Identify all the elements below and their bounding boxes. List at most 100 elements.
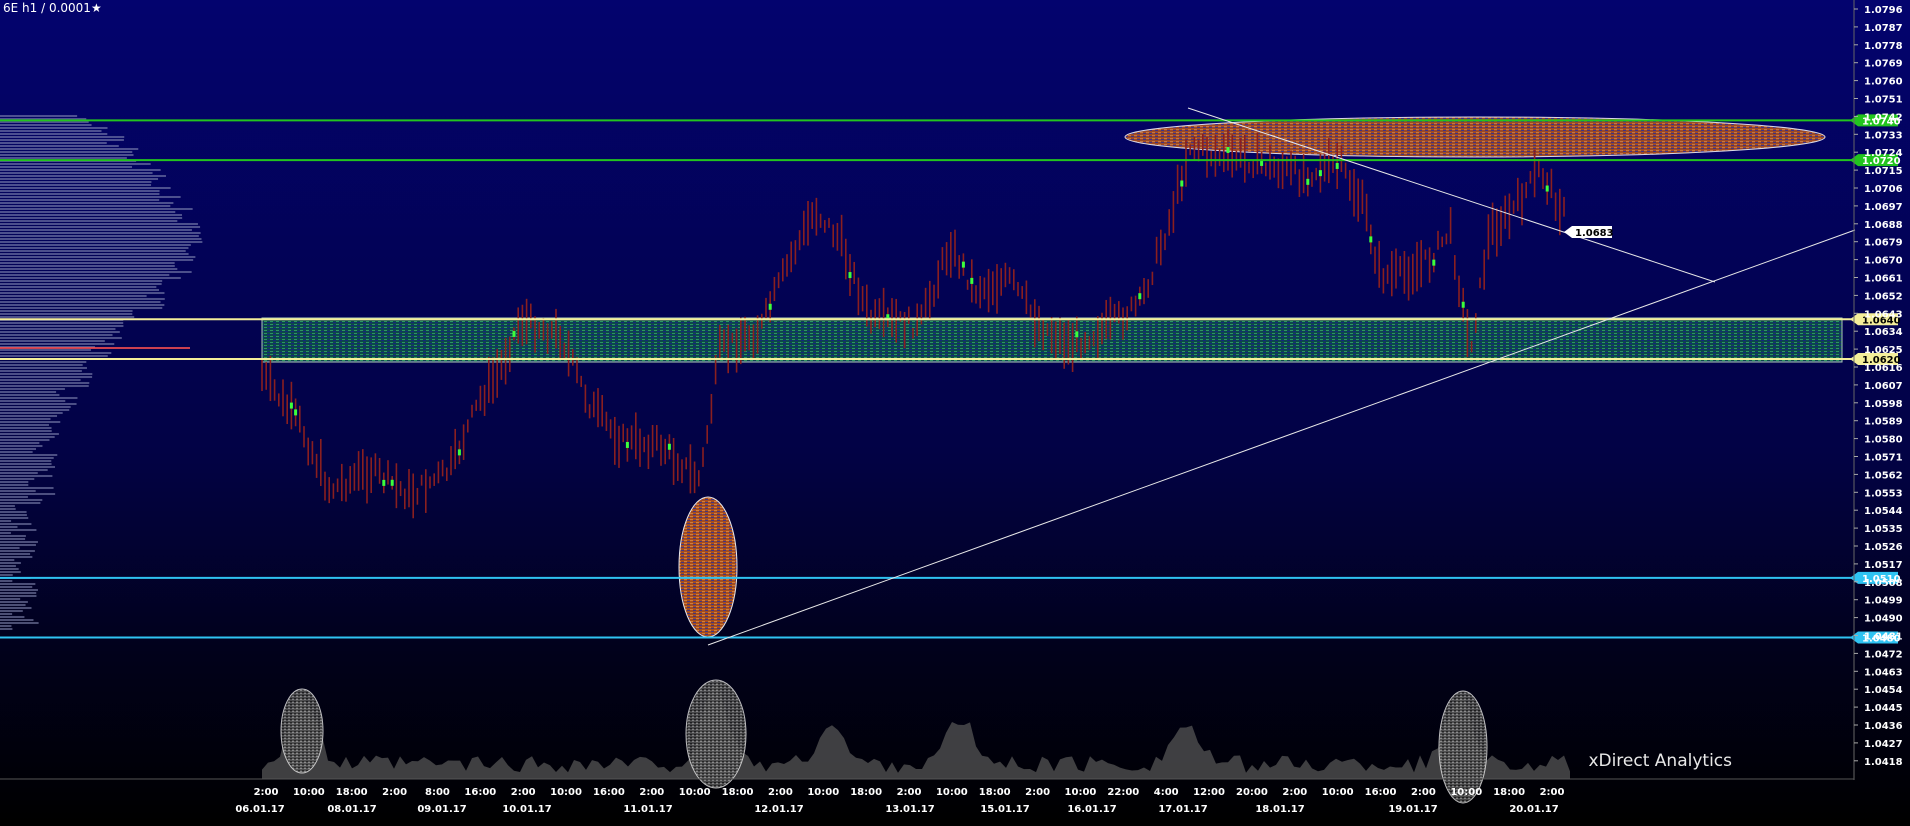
time-tick-label: 10:00 [807,787,839,798]
profile-bar [0,238,202,240]
candle-volume-highlight [1335,162,1339,169]
date-tick-label: 18.01.17 [1255,804,1304,815]
time-tick-label: 10:00 [936,787,968,798]
time-tick-label: 18:00 [1493,787,1525,798]
profile-bar [0,451,33,453]
profile-bar [0,232,201,234]
profile-bar [0,226,201,228]
profile-bar [0,223,198,225]
profile-bar [0,508,16,510]
zone-orange-bottom [678,496,738,638]
profile-bar [0,439,50,441]
profile-bar [0,604,26,606]
candle-volume-highlight [1226,147,1230,154]
profile-bar [0,538,26,540]
profile-bar [0,562,21,564]
candle-volume-highlight [382,479,386,486]
profile-bar [0,355,108,357]
profile-bar [0,391,57,393]
candle-volume-highlight [1545,185,1549,192]
time-tick-label: 22:00 [1107,787,1139,798]
profile-bar [0,580,13,582]
profile-bar [0,313,133,315]
date-tick-label: 15.01.17 [980,804,1029,815]
profile-bar [0,421,61,423]
profile-bar [0,142,107,144]
profile-bar [0,193,160,195]
price-tick-label: 1.0481 [1864,632,1903,643]
profile-bar [0,541,38,543]
zone-orange-top [1124,116,1826,158]
candle-volume-highlight [1180,180,1184,187]
time-tick-label: 4:00 [1154,787,1179,798]
profile-bar [0,340,105,342]
profile-bar [0,481,29,483]
profile-bar [0,241,203,243]
price-tick-label: 1.0616 [1864,363,1903,374]
profile-bar [0,352,112,354]
profile-bar [0,295,147,297]
candle-volume-highlight [1461,301,1465,308]
profile-bar [0,619,34,621]
profile-bar [0,307,163,309]
price-tick-label: 1.0643 [1864,309,1903,320]
profile-bar [0,565,16,567]
candle-volume-highlight [390,479,394,486]
profile-bar [0,127,108,129]
profile-bar [0,184,152,186]
price-tick-label: 1.0778 [1864,41,1903,52]
profile-bar [0,490,36,492]
price-tick-label: 1.0598 [1864,399,1903,410]
price-chart[interactable]: 1.07401.07201.06401.06201.05101.0480 1.0… [0,0,1910,822]
date-tick-label: 20.01.17 [1509,804,1558,815]
profile-bar [0,373,93,375]
profile-bar [0,166,133,168]
profile-bar [0,343,115,345]
date-tick-label: 13.01.17 [885,804,934,815]
time-tick-label: 2:00 [254,787,279,798]
date-tick-label: 19.01.17 [1388,804,1437,815]
profile-bar [0,388,65,390]
profile-bar [0,442,40,444]
profile-bar [0,427,52,429]
price-tick-label: 1.0499 [1864,596,1903,607]
profile-bar [0,136,125,138]
price-tick-label: 1.0751 [1864,95,1903,106]
profile-bar [0,559,15,561]
profile-bar [0,403,77,405]
price-tick-label: 1.0553 [1864,488,1903,499]
profile-bar [0,460,52,462]
price-tick-label: 1.0526 [1864,542,1903,553]
date-tick-label: 16.01.17 [1067,804,1116,815]
profile-bar [0,445,43,447]
profile-bar [0,496,28,498]
profile-bar [0,553,31,555]
profile-bar [0,454,58,456]
time-tick-label: 20:00 [1236,787,1268,798]
profile-bar [0,277,181,279]
time-tick-label: 18:00 [336,787,368,798]
time-tick-label: 16:00 [593,787,625,798]
profile-bar [0,502,41,504]
price-tick-label: 1.0715 [1864,166,1903,177]
time-tick-label: 16:00 [1365,787,1397,798]
profile-bar [0,406,71,408]
profile-bar [0,229,192,231]
time-tick-label: 2:00 [1540,787,1565,798]
price-tick-label: 1.0769 [1864,59,1903,70]
profile-bar [0,337,122,339]
profile-bar [0,535,26,537]
profile-bar [0,259,194,261]
candle-volume-highlight [294,409,298,416]
chart-window: 1.0740 1.0720 1.0640 1.0620 1.0510 1.0480 1.0… [0,0,1910,822]
profile-bar [0,133,108,135]
candle-volume-highlight [512,330,516,337]
instrument-header: 6E h1 / 0.0001★ [3,1,102,15]
candle-volume-highlight [848,272,852,279]
current-price-marker: 1.0683 [1564,226,1614,239]
profile-bar [0,169,161,171]
profile-bar [0,151,133,153]
favorite-star-icon[interactable]: ★ [91,1,102,15]
profile-bar [0,412,63,414]
price-tick-label: 1.0670 [1864,256,1903,267]
